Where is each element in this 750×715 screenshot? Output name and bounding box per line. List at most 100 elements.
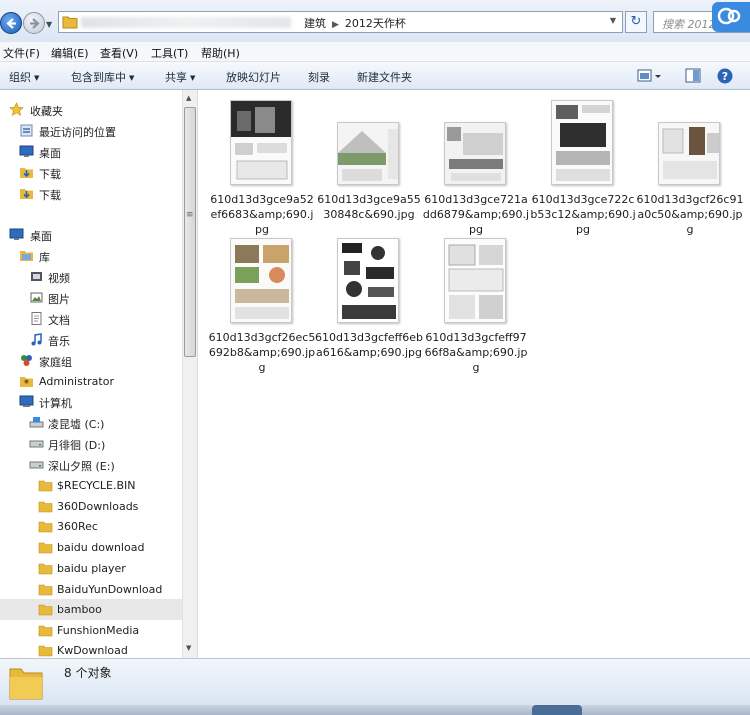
nav-label: 下载 xyxy=(39,189,61,202)
menu-edit[interactable]: 编辑(E) xyxy=(51,45,89,61)
preview-pane-icon[interactable] xyxy=(684,67,702,85)
nav-folder[interactable]: KwDownload xyxy=(0,640,182,658)
breadcrumb-separator-icon[interactable]: ▶ xyxy=(332,20,339,30)
file-item[interactable]: 610d13d3gce722cb53c12&amp;690.jpg xyxy=(529,100,636,236)
folder-icon xyxy=(38,521,53,533)
folder-icon xyxy=(38,563,53,575)
nav-label: 计算机 xyxy=(39,397,72,410)
folder-icon xyxy=(38,625,53,637)
nav-label: 最近访问的位置 xyxy=(39,126,116,139)
nav-label: Administrator xyxy=(39,375,114,388)
file-name: 610d13d3gce721add6879&amp;690.jpg xyxy=(422,193,530,236)
nav-computer[interactable]: 计算机 xyxy=(0,391,182,412)
nav-label: baidu download xyxy=(57,541,145,554)
folder-icon xyxy=(38,604,53,616)
nav-label: 库 xyxy=(39,251,50,264)
image-thumbnail xyxy=(444,122,506,185)
file-item[interactable]: 610d13d3gce721add6879&amp;690.jpg xyxy=(422,100,529,236)
menu-help[interactable]: 帮助(H) xyxy=(201,45,240,61)
organize-label: 组织 xyxy=(9,71,31,84)
image-thumbnail xyxy=(658,122,720,185)
taskbar-button[interactable] xyxy=(532,705,582,715)
nav-pictures[interactable]: 图片 xyxy=(0,287,182,308)
back-button[interactable] xyxy=(0,12,22,34)
file-item[interactable]: 610d13d3gce9a52ef6683&amp;690.jpg xyxy=(208,100,314,236)
burn-button[interactable]: 刻录 xyxy=(308,69,330,85)
nav-folder[interactable]: baidu download xyxy=(0,537,182,558)
address-history-dropdown-icon[interactable]: ▼ xyxy=(610,16,616,25)
nav-folder[interactable]: 360Rec xyxy=(0,516,182,537)
menu-tools[interactable]: 工具(T) xyxy=(151,45,188,61)
nav-videos[interactable]: 视频 xyxy=(0,266,182,287)
menu-file[interactable]: 文件(F) xyxy=(3,45,40,61)
file-list: 610d13d3gce9a52ef6683&amp;690.jpg 610d13… xyxy=(197,90,750,658)
file-name: 610d13d3gce9a52ef6683&amp;690.jpg xyxy=(210,193,314,236)
nav-favorites[interactable]: 收藏夹 xyxy=(0,99,182,120)
file-name: 610d13d3gcf26ec5692b8&amp;690.jpg xyxy=(208,331,316,374)
scrollbar-thumb[interactable] xyxy=(184,107,196,357)
nav-label: 桌面 xyxy=(39,147,61,160)
include-in-library-button[interactable]: 包含到库中 ▼ xyxy=(71,69,134,85)
slideshow-button[interactable]: 放映幻灯片 xyxy=(226,69,281,85)
breadcrumb-item[interactable]: 2012天作杯 xyxy=(345,17,406,30)
breadcrumb[interactable]: 建筑 ▶ 2012天作杯 xyxy=(304,15,406,31)
nav-drive-e[interactable]: 深山夕照 (E:) xyxy=(0,454,182,475)
help-icon[interactable]: ? xyxy=(716,67,734,85)
nav-downloads[interactable]: 下载 xyxy=(0,162,182,183)
nav-label: 家庭组 xyxy=(39,356,72,369)
address-bar[interactable]: 建筑 ▶ 2012天作杯 ▼ xyxy=(58,11,623,33)
homegroup-icon xyxy=(21,355,32,366)
menu-view[interactable]: 查看(V) xyxy=(100,45,138,61)
nav-downloads-2[interactable]: 下载 xyxy=(0,183,182,204)
forward-button[interactable] xyxy=(23,12,45,34)
downloads-folder-icon xyxy=(20,168,33,178)
include-label: 包含到库中 xyxy=(71,71,126,84)
nav-folder[interactable]: BaiduYunDownload xyxy=(0,579,182,600)
nav-libraries[interactable]: 库 xyxy=(0,245,182,266)
refresh-icon: ↻ xyxy=(630,14,642,29)
scroll-up-icon[interactable]: ▲ xyxy=(186,94,191,102)
organize-button[interactable]: 组织 ▼ xyxy=(9,69,39,85)
navigation-pane: 收藏夹 最近访问的位置 桌面 下载 下载 桌面 库 视频 图片 文档 音乐 家庭… xyxy=(0,90,182,658)
taskbar-strip xyxy=(0,705,750,715)
nav-folder[interactable]: 360Downloads xyxy=(0,496,182,517)
details-pane: 8 个对象 xyxy=(0,658,750,705)
nav-music[interactable]: 音乐 xyxy=(0,329,182,350)
arrow-left-icon xyxy=(6,18,16,29)
nav-folder[interactable]: FunshionMedia xyxy=(0,620,182,641)
cloud-sync-badge[interactable] xyxy=(712,2,750,32)
nav-folder-selected[interactable]: bamboo xyxy=(0,599,182,620)
blurred-path-segment xyxy=(81,17,291,28)
file-item[interactable]: 610d13d3gce9a5530848c&690.jpg xyxy=(315,100,421,235)
scroll-down-icon[interactable]: ▼ xyxy=(186,644,191,652)
thumbnail-image xyxy=(659,123,719,184)
nav-documents[interactable]: 文档 xyxy=(0,308,182,329)
nav-desktop[interactable]: 桌面 xyxy=(0,224,182,245)
file-item[interactable]: 610d13d3gcfeff9766f8a&amp;690.jpg xyxy=(422,238,527,374)
drive-icon xyxy=(29,461,44,469)
nav-label: bamboo xyxy=(57,603,102,616)
breadcrumb-item[interactable]: 建筑 xyxy=(304,17,326,30)
nav-label: 下载 xyxy=(39,168,61,181)
new-folder-button[interactable]: 新建文件夹 xyxy=(357,69,412,85)
nav-homegroup[interactable]: 家庭组 xyxy=(0,350,182,371)
recent-pages-dropdown[interactable]: ▼ xyxy=(46,20,52,29)
navigation-scrollbar[interactable]: ▲ ≡ ▼ xyxy=(182,90,197,658)
share-label: 共享 xyxy=(165,71,187,84)
nav-label: KwDownload xyxy=(57,644,128,657)
nav-folder[interactable]: $RECYCLE.BIN xyxy=(0,475,182,496)
file-name: 610d13d3gcfeff6eba616&amp;690.jpg xyxy=(315,331,423,359)
nav-desktop-favorite[interactable]: 桌面 xyxy=(0,141,182,162)
nav-administrator[interactable]: Administrator xyxy=(0,371,182,392)
nav-drive-c[interactable]: 凌昆墟 (C:) xyxy=(0,412,182,433)
file-item[interactable]: 610d13d3gcfeff6eba616&amp;690.jpg xyxy=(315,238,423,373)
share-button[interactable]: 共享 ▼ xyxy=(165,69,195,85)
nav-drive-d[interactable]: 月徘徊 (D:) xyxy=(0,433,182,454)
file-item[interactable]: 610d13d3gcf26ec5692b8&amp;690.jpg xyxy=(208,238,315,374)
view-options-icon[interactable] xyxy=(636,67,664,85)
nav-folder[interactable]: baidu player xyxy=(0,558,182,579)
refresh-button[interactable]: ↻ xyxy=(625,11,647,33)
nav-recent-places[interactable]: 最近访问的位置 xyxy=(0,120,182,141)
file-item[interactable]: 610d13d3gcf26c91a0c50&amp;690.jpg xyxy=(636,100,743,236)
arrow-right-icon xyxy=(30,18,40,29)
